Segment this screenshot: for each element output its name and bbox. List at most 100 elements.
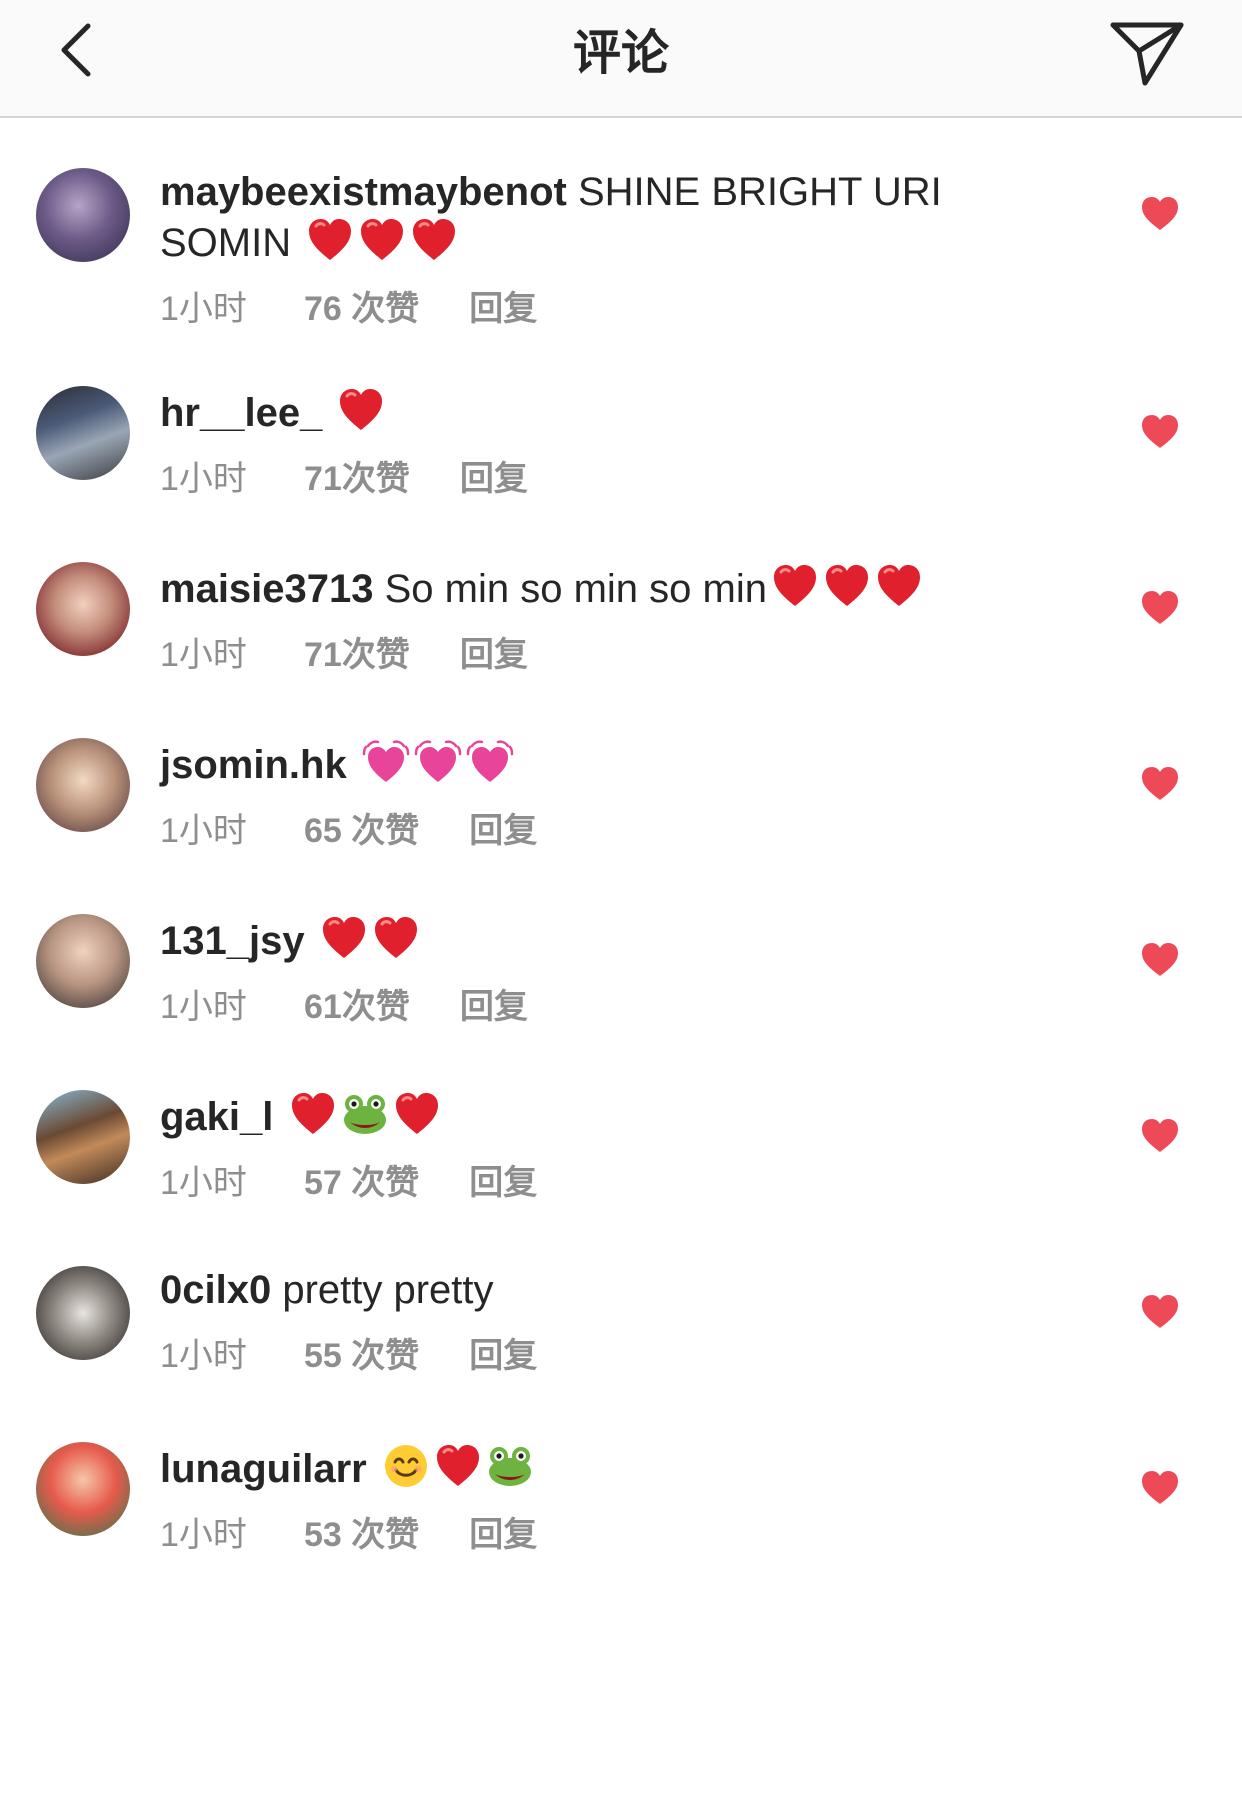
red-heart-emoji-icon <box>823 562 871 610</box>
red-heart-emoji-icon <box>289 1090 337 1138</box>
reply-button[interactable]: 回复 <box>469 1161 537 1205</box>
comment-time: 1小时 <box>160 812 247 850</box>
like-heart-icon[interactable] <box>1140 1116 1180 1156</box>
red-heart-emoji-icon <box>434 1442 482 1490</box>
red-heart-emoji-icon <box>410 216 458 264</box>
comment-text: lunaguilarr <box>160 1442 1020 1493</box>
comment-body: gaki_l 1小时 57 次赞 回复 <box>160 1090 1020 1205</box>
comment-meta: 1小时 65 次赞 回复 <box>160 809 1020 853</box>
red-heart-emoji-icon <box>393 1090 441 1138</box>
comment-message: pretty pretty <box>271 1268 494 1312</box>
comment-likes-count[interactable]: 53 次赞 <box>304 1513 419 1557</box>
like-heart-icon[interactable] <box>1140 588 1180 628</box>
avatar[interactable] <box>36 386 130 480</box>
comment-text: 0cilx0 pretty pretty <box>160 1266 1020 1314</box>
comment-body: maybeexistmaybenot SHINE BRIGHT URI SOMI… <box>160 168 1020 331</box>
comment-likes-count[interactable]: 76 次赞 <box>304 287 419 331</box>
comment-time: 1小时 <box>160 1337 247 1375</box>
comment-meta: 1小时 61次赞 回复 <box>160 985 1020 1029</box>
reply-button[interactable]: 回复 <box>460 633 528 677</box>
comment-meta: 1小时 55 次赞 回复 <box>160 1334 1020 1378</box>
red-heart-emoji-icon <box>337 386 385 434</box>
comment-meta: 1小时 76 次赞 回复 <box>160 287 1020 331</box>
like-heart-icon[interactable] <box>1140 1292 1180 1332</box>
paper-plane-icon <box>1110 22 1184 86</box>
comment-body: lunaguilarr 1小时 53 次赞 回复 <box>160 1442 1020 1557</box>
comment-likes-count[interactable]: 55 次赞 <box>304 1334 419 1378</box>
avatar[interactable] <box>36 914 130 1008</box>
comment-likes-count[interactable]: 71次赞 <box>304 457 410 501</box>
red-heart-emoji-icon <box>372 914 420 962</box>
comment-time: 1小时 <box>160 290 247 328</box>
comment-message: So min so min so min <box>373 567 767 611</box>
reply-button[interactable]: 回复 <box>469 1334 537 1378</box>
comment-message <box>367 1447 378 1491</box>
reply-button[interactable]: 回复 <box>469 287 537 331</box>
comment-text: gaki_l <box>160 1090 1020 1141</box>
pink-heart-emoji-icon <box>466 738 514 786</box>
pink-heart-emoji-icon <box>414 738 462 786</box>
reply-button[interactable]: 回复 <box>460 985 528 1029</box>
comment-likes-count[interactable]: 71次赞 <box>304 633 410 677</box>
comment-username[interactable]: 131_jsy <box>160 919 305 963</box>
comment-text: hr__lee_ <box>160 386 1020 437</box>
comment-text: maisie3713 So min so min so min <box>160 562 1020 613</box>
comment-time: 1小时 <box>160 988 247 1026</box>
comment-username[interactable]: 0cilx0 <box>160 1268 271 1312</box>
smiley-emoji-icon <box>382 1442 430 1490</box>
comment-username[interactable]: gaki_l <box>160 1095 273 1139</box>
comment-username[interactable]: lunaguilarr <box>160 1447 367 1491</box>
comment-likes-count[interactable]: 57 次赞 <box>304 1161 419 1205</box>
pink-heart-emoji-icon <box>362 738 410 786</box>
comment-text: jsomin.hk <box>160 738 1020 789</box>
avatar[interactable] <box>36 1442 130 1536</box>
top-nav-bar: 评论 <box>0 0 1242 118</box>
like-heart-icon[interactable] <box>1140 940 1180 980</box>
like-heart-icon[interactable] <box>1140 412 1180 452</box>
like-heart-icon[interactable] <box>1140 194 1180 234</box>
red-heart-emoji-icon <box>771 562 819 610</box>
comment-meta: 1小时 71次赞 回复 <box>160 633 1020 677</box>
comment-body: 0cilx0 pretty pretty 1小时 55 次赞 回复 <box>160 1266 1020 1378</box>
comment-time: 1小时 <box>160 1516 247 1554</box>
comment-meta: 1小时 57 次赞 回复 <box>160 1161 1020 1205</box>
comment-username[interactable]: maisie3713 <box>160 567 374 611</box>
avatar[interactable] <box>36 1090 130 1184</box>
comment-message <box>273 1095 284 1139</box>
red-heart-emoji-icon <box>306 216 354 264</box>
comment-time: 1小时 <box>160 1164 247 1202</box>
avatar[interactable] <box>36 562 130 656</box>
comment-body: 131_jsy 1小时 61次赞 回复 <box>160 914 1020 1029</box>
like-heart-icon[interactable] <box>1140 1468 1180 1508</box>
comment-username[interactable]: maybeexistmaybenot <box>160 170 567 214</box>
comment-text: 131_jsy <box>160 914 1020 965</box>
comment-likes-count[interactable]: 61次赞 <box>304 985 410 1029</box>
comment-body: maisie3713 So min so min so min 1小时 71次赞 回复 <box>160 562 1020 677</box>
comment-time: 1小时 <box>160 460 247 498</box>
avatar[interactable] <box>36 738 130 832</box>
page-title: 评论 <box>572 27 669 80</box>
red-heart-emoji-icon <box>358 216 406 264</box>
share-button[interactable] <box>1102 14 1192 94</box>
comment-body: hr__lee_ 1小时 71次赞 回复 <box>160 386 1020 501</box>
comment-meta: 1小时 53 次赞 回复 <box>160 1513 1020 1557</box>
comment-likes-count[interactable]: 65 次赞 <box>304 809 419 853</box>
frog-emoji-icon <box>486 1442 534 1490</box>
avatar[interactable] <box>36 1266 130 1360</box>
comment-message <box>322 391 333 435</box>
comment-message <box>305 919 316 963</box>
comment-meta: 1小时 71次赞 回复 <box>160 457 1020 501</box>
comment-username[interactable]: jsomin.hk <box>160 743 347 787</box>
comment-text: maybeexistmaybenot SHINE BRIGHT URI SOMI… <box>160 168 1020 267</box>
comment-time: 1小时 <box>160 636 247 674</box>
reply-button[interactable]: 回复 <box>469 809 537 853</box>
red-heart-emoji-icon <box>875 562 923 610</box>
reply-button[interactable]: 回复 <box>469 1513 537 1557</box>
comment-username[interactable]: hr__lee_ <box>160 391 322 435</box>
like-heart-icon[interactable] <box>1140 764 1180 804</box>
avatar[interactable] <box>36 168 130 262</box>
reply-button[interactable]: 回复 <box>460 457 528 501</box>
comment-message <box>347 743 358 787</box>
red-heart-emoji-icon <box>320 914 368 962</box>
comment-body: jsomin.hk 1小时 65 次赞 回复 <box>160 738 1020 853</box>
